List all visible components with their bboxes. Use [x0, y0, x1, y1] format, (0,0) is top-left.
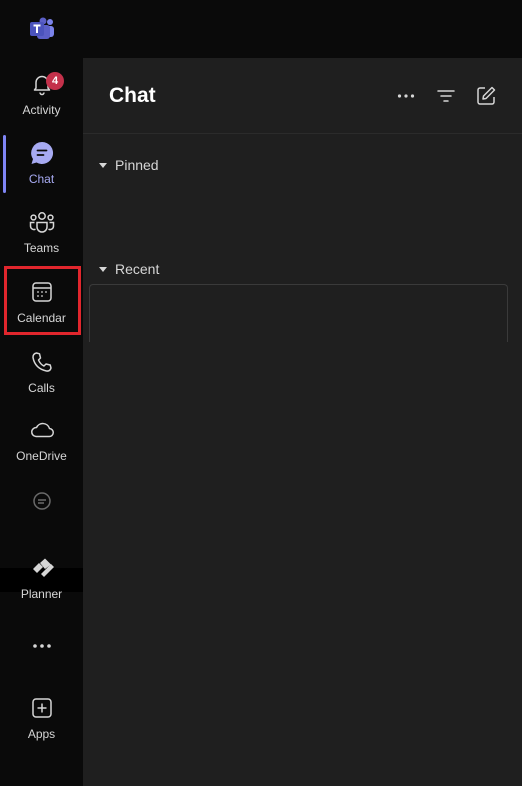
more-icon	[33, 644, 51, 648]
rail-item-label: Planner	[20, 587, 63, 601]
page-title: Chat	[109, 84, 156, 107]
rail-item-teams[interactable]: Teams	[0, 202, 83, 268]
calendar-icon	[28, 278, 56, 306]
phone-icon	[28, 348, 56, 376]
rail-item-label: OneDrive	[16, 449, 67, 463]
more-options-icon	[397, 94, 415, 98]
section-label: Recent	[115, 261, 160, 277]
rail-item-calendar[interactable]: Calendar	[0, 272, 83, 338]
teams-icon	[28, 208, 56, 236]
rail-item-label: Calendar	[17, 311, 66, 325]
copilot-icon	[28, 490, 56, 510]
cloud-icon	[28, 416, 56, 444]
more-options-button[interactable]	[394, 84, 418, 108]
caret-down-icon	[99, 266, 107, 272]
recent-chat-item[interactable]	[89, 284, 508, 342]
rail-item-planner[interactable]: Planner	[0, 548, 83, 614]
recent-section-header[interactable]: Recent	[99, 261, 159, 277]
caret-down-icon	[99, 162, 107, 168]
teams-window: 4 Activity Chat Teams Calendar Calls One…	[0, 0, 522, 786]
filter-icon	[437, 90, 455, 102]
rail-item-label: Chat	[28, 172, 55, 186]
pinned-section-header[interactable]: Pinned	[99, 157, 159, 173]
rail-item-label: Teams	[23, 241, 60, 255]
rail-item-chat[interactable]: Chat	[0, 133, 83, 199]
rail-item-apps[interactable]: Apps	[0, 688, 83, 754]
new-chat-button[interactable]	[474, 84, 498, 108]
rail-item-calls[interactable]: Calls	[0, 342, 83, 408]
rail-item-activity[interactable]: 4 Activity	[0, 64, 83, 130]
new-chat-icon	[477, 86, 496, 105]
chat-pane: Chat Pinned Recent	[83, 58, 522, 786]
title-bar	[0, 0, 522, 58]
more-apps-button[interactable]	[22, 632, 62, 660]
rail-item-label: Activity	[22, 103, 61, 117]
section-label: Pinned	[115, 157, 159, 173]
notification-badge: 4	[46, 72, 64, 90]
chat-header: Chat	[83, 58, 522, 134]
chat-icon	[28, 139, 56, 167]
rail-item-label: Apps	[27, 727, 56, 741]
teams-logo-icon[interactable]	[29, 17, 55, 41]
rail-item-hidden[interactable]	[0, 484, 83, 510]
app-rail: 4 Activity Chat Teams Calendar Calls One…	[0, 58, 83, 786]
planner-icon	[28, 554, 56, 582]
filter-button[interactable]	[434, 84, 458, 108]
rail-item-onedrive[interactable]: OneDrive	[0, 410, 83, 476]
add-apps-icon	[28, 694, 56, 722]
rail-item-label: Calls	[28, 381, 55, 395]
